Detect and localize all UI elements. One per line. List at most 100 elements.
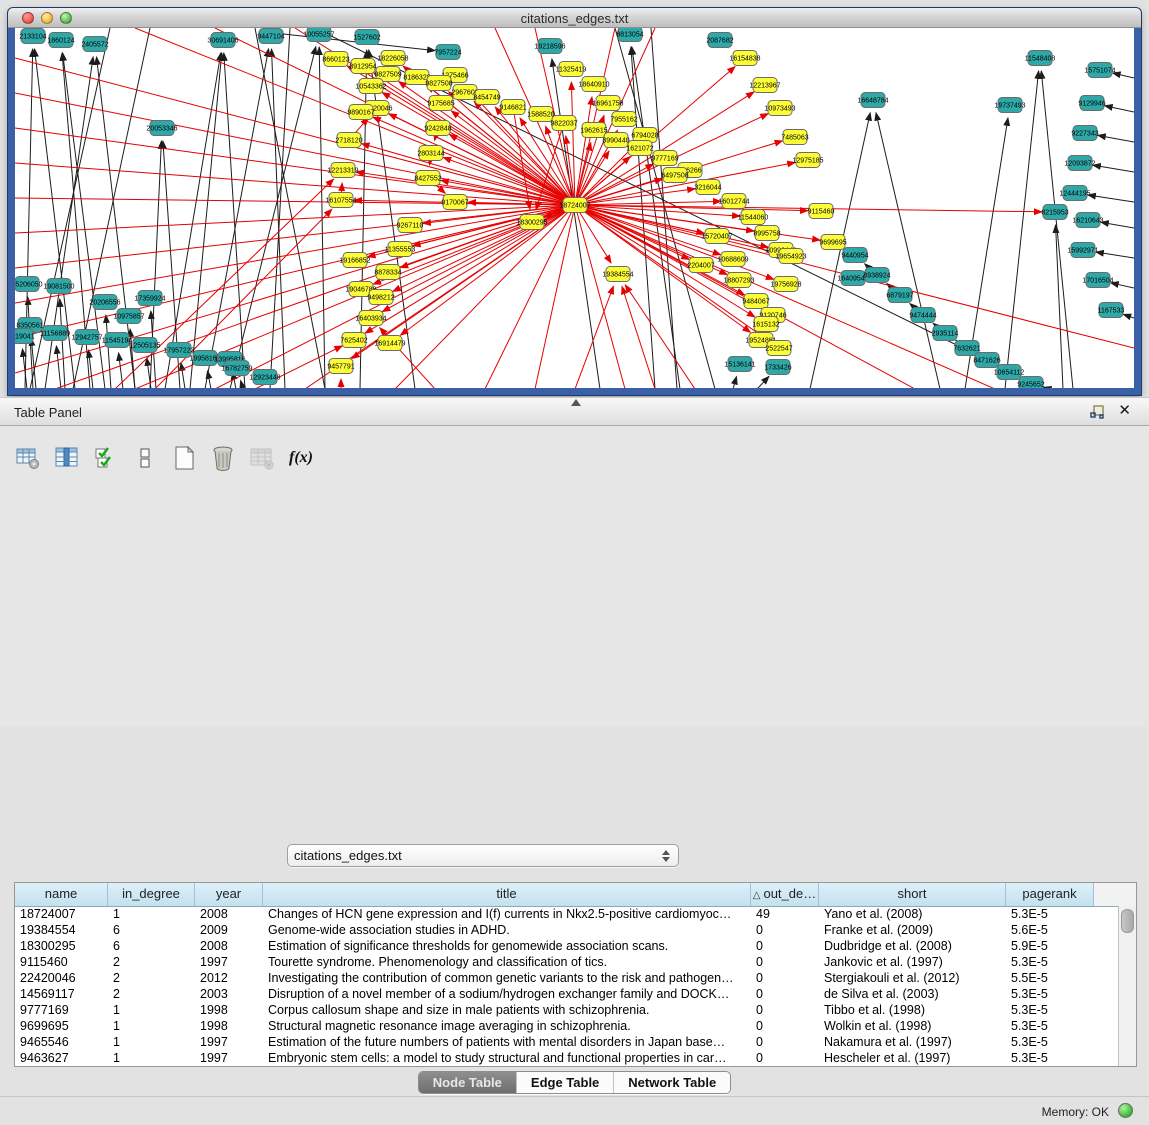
graph-node[interactable]: 2405572 <box>81 37 108 52</box>
graph-node[interactable]: 12444195 <box>1059 186 1090 201</box>
column-header-in-degree[interactable]: in_degree <box>108 883 195 906</box>
graph-node[interactable]: 7957224 <box>434 45 461 60</box>
select-columns-icon[interactable] <box>92 444 120 472</box>
graph-node[interactable]: 16648784 <box>857 93 888 108</box>
graph-node[interactable]: 16782759 <box>221 361 252 376</box>
graph-node[interactable]: 15992971 <box>1067 243 1098 258</box>
table-row[interactable]: 2242004622012Investigating the contribut… <box>15 970 1119 986</box>
graph-node[interactable]: 19756928 <box>770 277 801 292</box>
graph-node[interactable]: 8813054 <box>616 28 643 42</box>
graph-node[interactable]: 10654112 <box>994 365 1025 380</box>
graph-node[interactable]: 9267110 <box>397 218 424 233</box>
graph-node[interactable]: 10973493 <box>764 101 795 116</box>
graph-node[interactable]: 15720407 <box>701 229 732 244</box>
graph-node[interactable]: 1527602 <box>353 30 380 45</box>
graph-node[interactable]: 9447104 <box>257 29 284 44</box>
graph-node[interactable]: 12975185 <box>792 153 823 168</box>
graph-node[interactable]: 2803144 <box>417 146 444 161</box>
graph-node[interactable]: 8878334 <box>374 265 401 280</box>
column-header-out-de-[interactable]: △out_de… <box>751 883 819 906</box>
graph-node[interactable]: 18807293 <box>723 273 754 288</box>
graph-node[interactable]: 9146821 <box>499 100 526 115</box>
graph-node[interactable]: 3216044 <box>694 180 721 195</box>
graph-node[interactable]: 2718120 <box>335 133 362 148</box>
float-panel-icon[interactable] <box>1089 404 1105 420</box>
graph-node[interactable]: 9827508 <box>425 76 452 91</box>
graph-node[interactable]: 16914479 <box>374 336 405 351</box>
graph-node[interactable]: 8215953 <box>1041 205 1068 220</box>
graph-node[interactable]: 11156889 <box>40 326 70 341</box>
graph-node[interactable]: 2087682 <box>706 33 733 48</box>
graph-node[interactable]: 12213319 <box>327 163 358 178</box>
graph-node[interactable]: 2204007 <box>687 258 714 273</box>
graph-node[interactable]: 1962615 <box>580 123 607 138</box>
graph-node[interactable]: 11545194 <box>102 333 133 348</box>
graph-node[interactable]: 19218596 <box>534 39 565 54</box>
graph-node[interactable]: 9245652 <box>1017 377 1044 389</box>
graph-node[interactable]: 11544060 <box>738 210 769 225</box>
graph-node[interactable]: 9175685 <box>427 96 454 111</box>
window-titlebar[interactable]: citations_edges.txt <box>8 8 1141 28</box>
graph-node[interactable]: 9227343 <box>1071 126 1098 141</box>
graph-node[interactable]: 19384554 <box>602 267 633 282</box>
column-header-short[interactable]: short <box>819 883 1006 906</box>
graph-node[interactable]: 18724007 <box>559 198 590 213</box>
graph-node[interactable]: 9777169 <box>651 151 678 166</box>
graph-node[interactable]: 16154838 <box>729 51 760 66</box>
graph-node[interactable]: 8660123 <box>322 52 349 67</box>
graph-node[interactable]: 20206556 <box>89 295 120 310</box>
graph-node[interactable]: 12093872 <box>1064 156 1095 171</box>
graph-node[interactable]: 19081500 <box>43 279 74 294</box>
graph-node[interactable]: 9115460 <box>808 204 835 219</box>
graph-node[interactable]: 1860124 <box>47 33 74 48</box>
graph-node[interactable]: 9699695 <box>819 235 846 250</box>
show-column-icon[interactable] <box>53 444 81 472</box>
graph-node[interactable]: 9129946 <box>1078 96 1105 111</box>
import-table-icon[interactable] <box>248 444 276 472</box>
graph-node[interactable]: 1615132 <box>752 317 779 332</box>
graph-node[interactable]: 2133104 <box>19 29 46 44</box>
table-row[interactable]: 1830029562008Estimation of significance … <box>15 938 1119 954</box>
graph-node[interactable]: 10055257 <box>303 28 334 42</box>
graph-node[interactable]: 16961758 <box>592 96 623 111</box>
graph-node[interactable]: 16403934 <box>355 311 386 326</box>
column-header-pagerank[interactable]: pagerank <box>1006 883 1094 906</box>
table-settings-icon[interactable] <box>14 444 42 472</box>
function-builder-icon[interactable]: f(x) <box>287 444 315 472</box>
graph-node[interactable]: 9474444 <box>909 308 936 323</box>
tab-node-table[interactable]: Node Table <box>419 1072 517 1093</box>
graph-node[interactable]: 10688609 <box>717 252 748 267</box>
table-row[interactable]: 969969511998Structural magnetic resonanc… <box>15 1018 1119 1034</box>
graph-node[interactable]: 19166852 <box>339 253 370 268</box>
graph-node[interactable]: 7955162 <box>610 112 637 127</box>
close-panel-icon[interactable]: ✕ <box>1118 403 1131 419</box>
column-header-year[interactable]: year <box>195 883 263 906</box>
graph-node[interactable]: 11355553 <box>385 242 416 257</box>
graph-node[interactable]: 1167533 <box>1098 303 1125 318</box>
column-header-title[interactable]: title <box>263 883 751 906</box>
graph-node[interactable]: 9242848 <box>424 121 451 136</box>
graph-node[interactable]: 9440954 <box>841 248 868 263</box>
table-select-dropdown[interactable]: citations_edges.txt <box>287 844 679 867</box>
delete-table-icon[interactable] <box>209 444 237 472</box>
tab-edge-table[interactable]: Edge Table <box>517 1072 614 1093</box>
row-height-icon[interactable] <box>131 444 159 472</box>
graph-node[interactable]: 9484067 <box>742 294 769 309</box>
column-header-name[interactable]: name <box>15 883 108 906</box>
graph-node[interactable]: 19654923 <box>775 249 806 264</box>
graph-node[interactable]: 9457791 <box>327 359 354 374</box>
panel-resize-grip[interactable] <box>571 399 581 406</box>
graph-node[interactable]: 10543362 <box>355 79 386 94</box>
graph-node[interactable]: 16409544 <box>837 271 868 286</box>
graph-node[interactable]: 10975857 <box>113 309 144 324</box>
graph-node[interactable]: 18226058 <box>377 51 408 66</box>
graph-node[interactable]: 16210643 <box>1072 213 1103 228</box>
graph-node[interactable]: 16012744 <box>718 194 749 209</box>
graph-node[interactable]: 7625402 <box>340 333 367 348</box>
graph-node[interactable]: 9822037 <box>550 116 577 131</box>
graph-node[interactable]: 9498212 <box>367 290 394 305</box>
graph-node[interactable]: 8995758 <box>753 226 780 241</box>
graph-node[interactable]: 18300295 <box>516 215 547 230</box>
vertical-scrollbar[interactable] <box>1118 906 1136 1066</box>
graph-node[interactable]: 15136141 <box>724 357 755 372</box>
